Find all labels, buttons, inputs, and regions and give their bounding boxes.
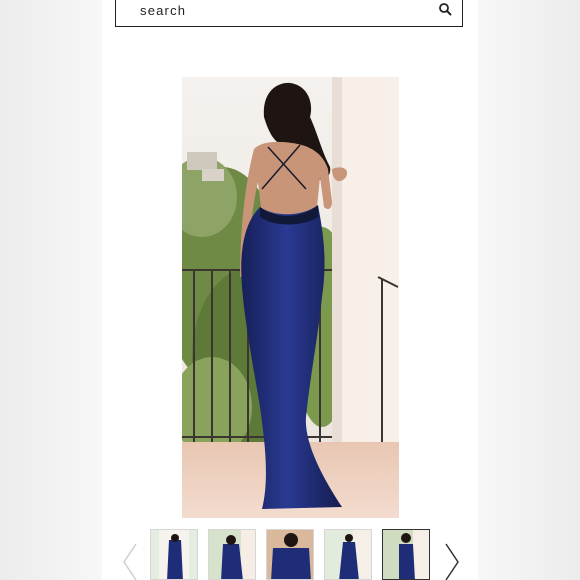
main-product-image[interactable] [182,77,399,518]
search-input[interactable]: search [140,3,186,18]
thumbnail-3[interactable] [266,529,314,580]
right-backdrop [478,0,580,580]
search-bar[interactable]: search [115,0,463,27]
magnifier-icon[interactable] [438,2,452,16]
thumbnail-5[interactable] [382,529,430,580]
left-backdrop [0,0,102,580]
chevron-right-icon[interactable] [442,540,462,580]
thumbnail-1[interactable] [150,529,198,580]
chevron-left-icon[interactable] [120,540,140,580]
thumbnail-4[interactable] [324,529,372,580]
thumbnail-2[interactable] [208,529,256,580]
